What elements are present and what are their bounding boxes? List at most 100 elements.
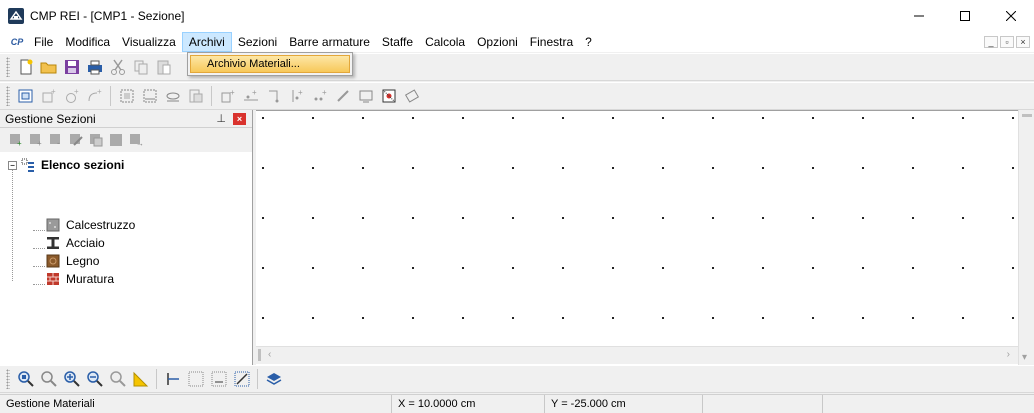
app-icon (8, 8, 24, 24)
toolbar-grip[interactable] (6, 86, 10, 106)
scroll-left-icon[interactable]: ‹ (268, 349, 271, 360)
select-all-button[interactable] (138, 85, 161, 107)
view-button[interactable] (354, 85, 377, 107)
menu-calcola[interactable]: Calcola (419, 32, 471, 52)
add-node-button[interactable]: + (216, 85, 239, 107)
open-button[interactable] (37, 56, 60, 78)
save-button[interactable] (60, 56, 83, 78)
new-button[interactable] (14, 56, 37, 78)
toolbar-separator (257, 369, 258, 389)
eraser-button[interactable] (400, 85, 423, 107)
zoom-extents-icon (17, 371, 34, 387)
edit-button[interactable] (331, 85, 354, 107)
tree-item-acciaio[interactable]: Acciaio (46, 234, 105, 252)
print-button[interactable] (83, 56, 106, 78)
tree-root[interactable]: − Elenco sezioni (8, 156, 124, 174)
tree-item-calcestruzzo[interactable]: Calcestruzzo (46, 216, 135, 234)
drawing-canvas[interactable] (256, 110, 1018, 365)
properties-button[interactable] (230, 368, 253, 390)
paste-button[interactable] (152, 56, 175, 78)
copy-section-button[interactable] (88, 133, 103, 147)
menu-finestra[interactable]: Finestra (524, 32, 579, 52)
menu-staffe[interactable]: Staffe (376, 32, 419, 52)
export-section-button[interactable]: → (128, 133, 143, 147)
zoom-previous-button[interactable] (106, 368, 129, 390)
mdi-restore-button[interactable]: ▫ (1000, 36, 1014, 48)
add-points-button[interactable]: + (308, 85, 331, 107)
tree-item-label: Muratura (66, 272, 115, 286)
scroll-thumb[interactable] (258, 349, 261, 361)
minimize-button[interactable] (896, 0, 942, 32)
check-button[interactable] (377, 85, 400, 107)
pin-icon[interactable]: ⊥ (216, 112, 226, 125)
add-rect-button[interactable]: + (37, 85, 60, 107)
eraser-icon (404, 89, 419, 103)
menu-opzioni[interactable]: Opzioni (471, 32, 524, 52)
svg-text:+: + (298, 88, 303, 97)
menu-item-archivio-materiali[interactable]: Archivio Materiali... (190, 55, 350, 73)
ortho-button[interactable] (161, 368, 184, 390)
sections-panel: Gestione Sezioni ⊥ × + + - → − Elenco se… (0, 110, 253, 365)
menu-sezioni[interactable]: Sezioni (232, 32, 283, 52)
svg-text:+: + (97, 87, 102, 96)
add-subsection-button[interactable]: + (28, 133, 43, 147)
add-reinforcement-button[interactable]: + (285, 85, 308, 107)
add-section-button[interactable]: + (8, 133, 23, 147)
menu-barre-armature[interactable]: Barre armature (283, 32, 376, 52)
grid-button[interactable] (184, 368, 207, 390)
layers-icon (266, 373, 281, 385)
material-button[interactable] (161, 85, 184, 107)
drawing-toolbar: + + + + + + + (0, 82, 1034, 110)
paste-section-button[interactable] (184, 85, 207, 107)
toolbar-separator (110, 86, 111, 106)
monitor-icon (359, 90, 372, 103)
edit-section-button[interactable] (68, 133, 83, 147)
panel-title: Gestione Sezioni (5, 111, 96, 126)
remove-section-button[interactable]: - (48, 133, 63, 147)
export-section-icon: → (129, 134, 143, 147)
scroll-down-icon[interactable]: ▾ (1022, 352, 1027, 363)
add-stirrup-button[interactable] (262, 85, 285, 107)
svg-text:+: + (230, 88, 235, 97)
mdi-close-button[interactable]: × (1016, 36, 1030, 48)
measure-button[interactable] (129, 368, 152, 390)
zoom-out-button[interactable] (83, 368, 106, 390)
refresh-button[interactable] (262, 368, 285, 390)
add-arc-button[interactable]: + (83, 85, 106, 107)
toolbar-grip[interactable] (6, 369, 10, 389)
menu-help[interactable]: ? (579, 32, 598, 52)
zoom-in-button[interactable] (60, 368, 83, 390)
ortho-icon (166, 373, 179, 385)
tree-item-legno[interactable]: Legno (46, 252, 99, 270)
scroll-thumb[interactable] (1022, 114, 1032, 117)
duplicate-section-button[interactable] (108, 133, 123, 147)
maximize-button[interactable] (942, 0, 988, 32)
panel-close-icon[interactable]: × (233, 113, 246, 125)
add-bar-button[interactable]: + (239, 85, 262, 107)
menu-visualizza[interactable]: Visualizza (116, 32, 182, 52)
brick-icon (47, 273, 59, 285)
collapse-icon[interactable]: − (8, 160, 17, 170)
zoom-extents-button[interactable] (14, 368, 37, 390)
menu-file[interactable]: File (28, 32, 59, 52)
menu-archivi[interactable]: Archivi (181, 32, 232, 52)
menu-modifica[interactable]: Modifica (59, 32, 116, 52)
zoom-pan-button[interactable] (37, 368, 60, 390)
vertical-scrollbar[interactable]: ▾ (1018, 110, 1034, 365)
new-section-button[interactable] (14, 85, 37, 107)
window-title: CMP REI - [CMP1 - Sezione] (30, 9, 185, 23)
tree-item-muratura[interactable]: Muratura (46, 270, 114, 288)
cut-button[interactable] (106, 56, 129, 78)
scroll-right-icon[interactable]: › (1007, 349, 1010, 360)
horizontal-scrollbar[interactable]: ‹ › (256, 346, 1018, 364)
mdi-minimize-button[interactable]: _ (984, 36, 998, 48)
svg-text:+: + (51, 87, 56, 96)
svg-text:+: + (252, 88, 257, 97)
select-button[interactable] (115, 85, 138, 107)
toolbar-grip[interactable] (6, 57, 10, 77)
tree-line (33, 230, 45, 231)
copy-button[interactable] (129, 56, 152, 78)
snap-button[interactable] (207, 368, 230, 390)
add-circle-button[interactable]: + (60, 85, 83, 107)
close-button[interactable] (988, 0, 1034, 32)
